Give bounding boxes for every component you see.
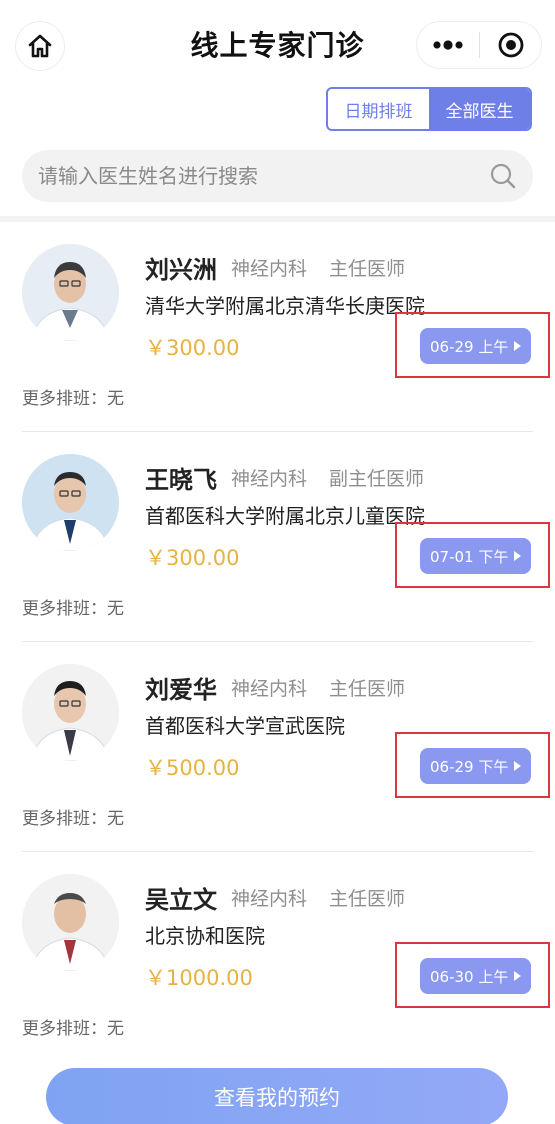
doctor-list: 刘兴洲 神经内科 主任医师 清华大学附属北京清华长庚医院 ￥300.00 06-… [0, 222, 555, 1062]
red-highlight-box [395, 522, 550, 588]
doctor-department: 神经内科 [231, 468, 308, 490]
consult-price: ￥500.00 [145, 756, 240, 780]
doctor-avatar [22, 664, 119, 761]
more-schedule-text: 更多排班：无 [22, 1019, 124, 1039]
search-input[interactable] [38, 164, 478, 188]
doctor-name: 王晓飞 [145, 466, 217, 494]
doctor-department: 神经内科 [231, 888, 308, 910]
doctor-name: 吴立文 [145, 886, 217, 914]
red-highlight-box [395, 312, 550, 378]
doctor-avatar [22, 454, 119, 551]
doctor-avatar [22, 874, 119, 971]
red-highlight-box [395, 942, 550, 1008]
doctor-title: 主任医师 [329, 258, 406, 280]
doctor-title: 主任医师 [329, 888, 406, 910]
tab-all-doctors[interactable]: 全部医生 [429, 89, 530, 129]
doctor-avatar [22, 244, 119, 341]
doctor-hospital: 北京协和医院 [145, 924, 265, 948]
doctor-department: 神经内科 [231, 678, 308, 700]
more-schedule-text: 更多排班：无 [22, 389, 124, 409]
doctor-card[interactable]: 刘爱华 神经内科 主任医师 首都医科大学宣武医院 ￥500.00 06-29 下… [0, 642, 555, 852]
consult-price: ￥300.00 [145, 546, 240, 570]
consult-price: ￥300.00 [145, 336, 240, 360]
tab-by-date[interactable]: 日期排班 [328, 89, 429, 129]
doctor-department: 神经内科 [231, 258, 308, 280]
consult-price: ￥1000.00 [145, 966, 253, 990]
doctor-name: 刘兴洲 [145, 256, 217, 284]
doctor-title: 副主任医师 [329, 468, 425, 490]
view-my-appointments-button[interactable]: 查看我的预约 [46, 1068, 508, 1124]
doctor-hospital: 首都医科大学宣武医院 [145, 714, 345, 738]
doctor-card[interactable]: 刘兴洲 神经内科 主任医师 清华大学附属北京清华长庚医院 ￥300.00 06-… [0, 222, 555, 432]
more-schedule-text: 更多排班：无 [22, 809, 124, 829]
more-button[interactable] [417, 22, 479, 68]
doctor-hospital: 首都医科大学附属北京儿童医院 [145, 504, 425, 528]
view-toggle: 日期排班 全部医生 [326, 87, 532, 131]
close-button[interactable] [480, 22, 541, 68]
mini-program-capsule [417, 22, 541, 68]
doctor-card[interactable]: 王晓飞 神经内科 副主任医师 首都医科大学附属北京儿童医院 ￥300.00 07… [0, 432, 555, 642]
top-bar: 线上专家门诊 [0, 0, 555, 86]
red-highlight-box [395, 732, 550, 798]
doctor-title: 主任医师 [329, 678, 406, 700]
search-bar [22, 150, 533, 202]
more-dots-icon [433, 40, 463, 50]
search-icon[interactable] [489, 162, 517, 190]
more-schedule-text: 更多排班：无 [22, 599, 124, 619]
bottom-bar: 查看我的预约 [0, 1058, 555, 1124]
target-close-icon [498, 32, 523, 58]
doctor-name: 刘爱华 [145, 676, 217, 704]
doctor-card[interactable]: 吴立文 神经内科 主任医师 北京协和医院 ￥1000.00 06-30 上午 更… [0, 852, 555, 1062]
doctor-hospital: 清华大学附属北京清华长庚医院 [145, 294, 425, 318]
